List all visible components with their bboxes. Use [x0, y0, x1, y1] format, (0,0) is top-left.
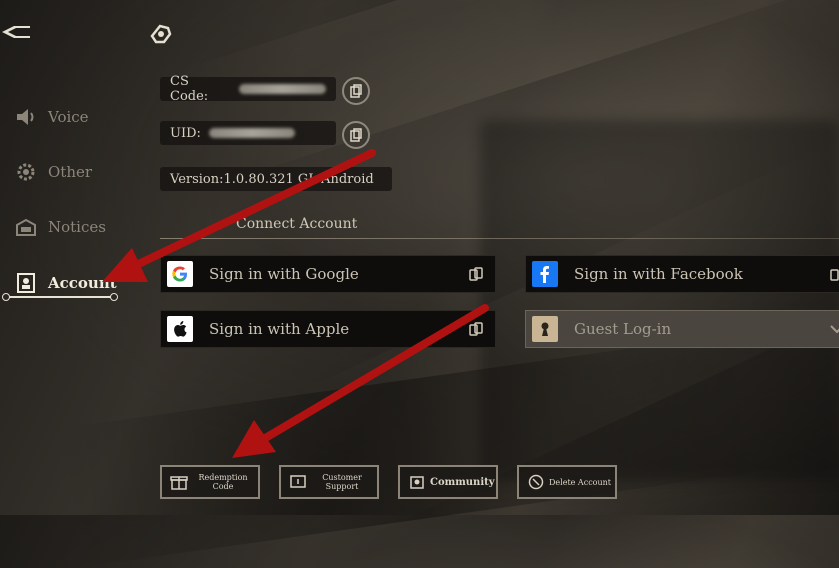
uid-field: UID: [160, 121, 336, 145]
sidebar-item-notices[interactable]: Notices [14, 216, 106, 238]
uid-label: UID: [170, 125, 201, 141]
redemption-code-button[interactable]: Redemption Code [160, 465, 260, 499]
version-text: Version:1.0.80.321 GL Android [170, 171, 374, 187]
cs-code-field: CS Code: [160, 74, 336, 104]
customer-support-label: Customer Support [322, 473, 362, 491]
gift-icon [170, 473, 188, 491]
community-button[interactable]: Community [398, 465, 498, 499]
keyhole-icon [532, 316, 558, 342]
community-label: Community [430, 476, 495, 488]
link-icon [828, 265, 839, 283]
sidebar-item-label: Account [48, 274, 117, 292]
uid-value-redacted [208, 128, 295, 138]
sign-in-apple-label: Sign in with Apple [209, 320, 350, 338]
sidebar-item-voice[interactable]: Voice [14, 106, 89, 128]
guest-login-button[interactable]: Guest Log-in [525, 310, 839, 348]
settings-logo-icon [148, 22, 174, 46]
delete-icon [527, 473, 545, 491]
connect-account-title: Connect Account [236, 216, 358, 232]
guest-login-label: Guest Log-in [574, 320, 672, 338]
sidebar-item-label: Other [48, 163, 93, 181]
cs-code-label: CS Code: [170, 74, 209, 104]
back-arrow-icon [2, 26, 30, 38]
speaker-icon [14, 106, 38, 128]
version-field: Version:1.0.80.321 GL Android [160, 167, 392, 191]
sign-in-apple-button[interactable]: Sign in with Apple [160, 310, 496, 348]
copy-cs-code-button[interactable] [342, 77, 370, 105]
section-divider [160, 238, 839, 239]
facebook-icon [532, 261, 558, 287]
back-button[interactable] [0, 20, 34, 44]
sign-in-google-button[interactable]: Sign in with Google [160, 255, 496, 293]
link-icon [467, 265, 485, 283]
chevron-down-icon [828, 320, 839, 338]
apple-icon [167, 316, 193, 342]
link-icon [467, 320, 485, 338]
sign-in-facebook-button[interactable]: Sign in with Facebook [525, 255, 839, 293]
sidebar-item-label: Notices [48, 218, 106, 236]
active-tab-indicator [2, 293, 118, 301]
sign-in-facebook-label: Sign in with Facebook [574, 265, 743, 283]
gear-icon [14, 161, 38, 183]
sign-in-google-label: Sign in with Google [209, 265, 359, 283]
delete-account-label: Delete Account [549, 477, 612, 487]
google-icon [167, 261, 193, 287]
copy-icon [350, 128, 362, 142]
sidebar-item-label: Voice [48, 108, 89, 126]
mailbox-icon [14, 216, 38, 238]
customer-support-button[interactable]: Customer Support [279, 465, 379, 499]
redemption-code-label: Redemption Code [198, 473, 248, 491]
copy-uid-button[interactable] [342, 121, 370, 149]
account-icon [14, 272, 38, 294]
sidebar-item-account[interactable]: Account [14, 272, 117, 294]
delete-account-button[interactable]: Delete Account [517, 465, 617, 499]
copy-icon [350, 84, 362, 98]
sidebar-item-other[interactable]: Other [14, 161, 92, 183]
support-icon [289, 473, 307, 491]
community-icon [408, 473, 426, 491]
cs-code-value-redacted [238, 84, 326, 94]
